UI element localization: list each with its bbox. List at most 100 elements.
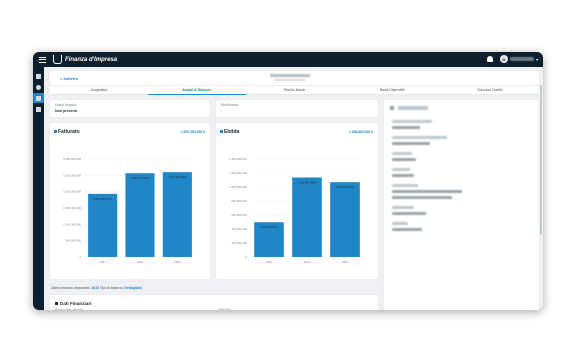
y-tick-label: 400.000.000 (231, 227, 247, 231)
y-tick-label: 3.000.000.000 (63, 157, 81, 161)
data-label: 1.934.000.000 € (93, 197, 112, 201)
fatturato-chart: 0 500.000.000 1.000.000.000 1.500.000.000 2.… (63, 157, 196, 264)
eventi-label: Eventi Negativi (55, 103, 77, 107)
app-logo (53, 55, 62, 64)
detail-redacted (392, 184, 418, 187)
eventi-negativi-card: Eventi Negativi Non presenti (50, 100, 210, 117)
user-name[interactable] (510, 57, 534, 61)
tab-soluzioni-credito[interactable]: Soluzioni Credito (441, 86, 539, 95)
ebitda-chart: 0 200.000.000 400.000.000 600.000.000 800.00… (229, 157, 364, 264)
home-icon (36, 73, 41, 79)
detail-redacted (392, 212, 426, 215)
y-tick-label: 200.000.000 (231, 241, 247, 245)
sidebar-item-home[interactable] (33, 71, 44, 81)
company-name-redacted (398, 106, 428, 110)
dati-finanziari-card: Dati Finanziari Ricavi delle vendite2.59… (50, 295, 378, 310)
scrollbar[interactable] (540, 85, 542, 235)
y-tick-label: 1.000.000.000 (229, 185, 247, 189)
bar (330, 182, 360, 257)
data-label: 2.597.383.000 € (168, 175, 187, 179)
data-label: 2.565.000.000 € (131, 176, 150, 180)
ebitda-card: Ebitda 1.068.969.000 € 0 200.000.000 400.0… (216, 123, 378, 279)
bilancio-year: 2023 (91, 286, 100, 290)
y-tick-label: 500.000.000 (65, 239, 81, 243)
fatturato-card: Fatturato 2.597.383.000 € 0 500.000.000 1.… (50, 123, 210, 279)
sidebar-item-companies[interactable] (33, 93, 44, 103)
y-tick-label: 1.500.000.000 (63, 206, 81, 210)
tab-anagrafica[interactable]: Anagrafica (50, 86, 148, 95)
app-title: Finanza d'Impresa (65, 56, 118, 63)
ebitda-title: Ebitda (224, 129, 240, 135)
y-tick-label: 600.000.000 (231, 213, 247, 217)
sidebar-item-flag[interactable] (33, 104, 44, 114)
indicator-label: EBITDA (219, 308, 231, 310)
indicator-item: Ricavi delle vendite2.592.240.000 € (1.1… (55, 308, 210, 310)
company-subtitle-redacted (275, 79, 305, 81)
y-tick-label: 0 (245, 255, 247, 259)
sidebar (33, 67, 44, 310)
bilancio-prefix: Ultimo bilancio depositato: (51, 286, 91, 290)
y-tick-label: 800.000.000 (231, 199, 247, 203)
back-link[interactable]: < Indietro (60, 76, 78, 81)
detail-redacted (392, 190, 462, 193)
detail-redacted (392, 152, 412, 155)
x-tick-label: 2022 (304, 260, 311, 264)
y-tick-label: 2.000.000.000 (63, 190, 81, 194)
tab-bandi-disponibili[interactable]: Bandi Disponibili (343, 86, 442, 95)
fatturato-title: Fatturato (58, 129, 80, 135)
bar (162, 172, 192, 257)
modifinanza-value: - (221, 109, 223, 113)
bell-icon[interactable] (487, 56, 493, 62)
detail-redacted (392, 222, 408, 225)
detail-redacted (392, 206, 414, 209)
app-window: Finanza d'Impresa D ▾ < Indietro Anagraf… (33, 52, 543, 310)
fatturato-total: 2.597.383.000 € (181, 130, 205, 134)
detail-redacted (392, 168, 410, 171)
company-name-redacted (270, 74, 310, 77)
bar (292, 177, 322, 257)
data-label: 1.136.000.000 € (298, 180, 317, 184)
detail-redacted (392, 126, 420, 129)
detail-redacted (392, 136, 447, 139)
company-header: < Indietro (50, 71, 539, 85)
flag-icon (36, 106, 41, 112)
sidebar-item-search[interactable] (33, 82, 44, 92)
chart-icon (220, 130, 223, 133)
x-tick-label: 2023 (342, 260, 349, 264)
menu-icon[interactable] (35, 52, 49, 67)
tab-analisi-bilancio[interactable]: Analisi di Bilancio (147, 86, 246, 95)
detail-redacted (392, 196, 452, 199)
y-tick-label: 1.200.000.000 (229, 171, 247, 175)
chevron-down-icon[interactable]: ▾ (536, 57, 538, 62)
avatar[interactable]: D (500, 55, 508, 63)
modifinanza-label: Modifinanza (221, 103, 239, 107)
bilancio-type-value: Dettagliato (124, 286, 142, 290)
tab-rischio-banch[interactable]: Rischio Banch (245, 86, 344, 95)
detail-redacted (392, 228, 422, 231)
detail-redacted (392, 120, 432, 123)
indici-grid: Ricavi delle vendite2.592.240.000 € (1.1… (50, 295, 378, 310)
ebitda-total: 1.068.969.000 € (349, 130, 373, 134)
y-tick-label: 0 (79, 255, 81, 259)
x-tick-label: 2023 (174, 260, 181, 264)
data-label: 1.068.969.000 € (336, 185, 355, 189)
y-tick-label: 1.400.000.000 (229, 157, 247, 161)
chart-icon (54, 130, 57, 133)
bilancio-meta: Ultimo bilancio depositato: 2023 Tipo di… (51, 286, 142, 290)
x-tick-label: 2021 (266, 260, 273, 264)
detail-redacted (392, 158, 416, 161)
data-label: 497.000.000 € (261, 225, 278, 229)
top-bar: Finanza d'Impresa D ▾ (33, 52, 543, 67)
building-icon (390, 106, 394, 110)
detail-redacted (392, 174, 414, 177)
bilancio-type-label: Tipo di bilancio: (99, 286, 124, 290)
detail-redacted (392, 142, 430, 145)
indicator-label: Ricavi delle vendite (55, 308, 83, 310)
bar (88, 193, 118, 257)
company-details-card (384, 100, 539, 310)
x-tick-label: 2021 (100, 260, 107, 264)
tab-bar: Anagrafica Analisi di Bilancio Rischio B… (50, 86, 539, 95)
x-tick-label: 2022 (137, 260, 144, 264)
search-icon (36, 84, 41, 90)
main-content: < Indietro Anagrafica Analisi di Bilanci… (44, 67, 543, 310)
